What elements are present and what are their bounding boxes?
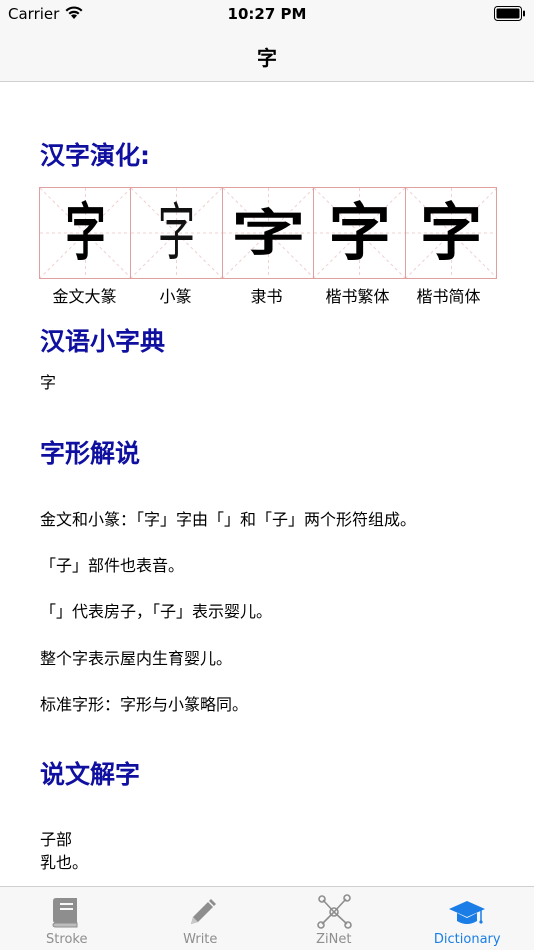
evolution-glyph: 字 — [65, 196, 106, 269]
tab-bar: Stroke Write ZiNet Dictionary — [0, 886, 534, 950]
tab-label: Stroke — [46, 932, 88, 947]
tab-write[interactable]: Write — [134, 887, 268, 950]
evolution-label: 金文大篆 — [52, 287, 117, 306]
explanation-line: 「」代表房子，「子」表示婴儿。 — [40, 602, 273, 621]
navigation-bar: 字 — [0, 28, 534, 82]
evolution-cell-kaishu-traditional[interactable]: 字 — [313, 187, 406, 279]
evolution-cell-kaishu-simplified[interactable]: 字 — [404, 187, 498, 279]
glyph-explanation-heading: 字形解说 — [40, 439, 141, 468]
shuowen-line: 子部 — [40, 830, 73, 849]
evolution-labels: 金文大篆 小篆 隶书 楷书繁体 楷书简体 — [39, 283, 497, 307]
battery-icon — [494, 6, 525, 21]
evolution-cell-xiaozhuan[interactable]: 字 — [130, 187, 223, 279]
tab-label: Write — [183, 932, 218, 947]
evolution-heading: 汉字演化: — [40, 141, 150, 170]
book-icon — [52, 898, 78, 928]
tab-label: ZiNet — [316, 932, 352, 947]
status-bar: Carrier 10:27 PM — [0, 0, 534, 28]
evolution-glyph: 字 — [158, 196, 196, 269]
evolution-cell-jinwen[interactable]: 字 — [39, 187, 132, 279]
evolution-glyph: 字 — [420, 196, 483, 269]
evolution-label: 楷书简体 — [416, 287, 481, 306]
content-scroll-view[interactable]: 汉字演化: 字 字 字 字 字 金文大篆 小篆 隶书 楷书繁体 楷书简体 汉语小… — [0, 83, 534, 886]
character-evolution-row: 字 字 字 字 字 — [39, 187, 498, 279]
shuowen-line: 乳也。 — [40, 853, 89, 872]
page-title: 字 — [257, 46, 277, 70]
dictionary-heading: 汉语小字典 — [40, 327, 166, 356]
explanation-line: 「子」部件也表音。 — [40, 556, 185, 575]
status-time: 10:27 PM — [227, 5, 307, 23]
evolution-label: 隶书 — [250, 287, 283, 306]
shuowen-heading: 说文解字 — [40, 760, 141, 789]
tab-dictionary[interactable]: Dictionary — [401, 887, 534, 950]
evolution-glyph: 字 — [328, 196, 391, 269]
dictionary-text: 字 — [40, 373, 57, 392]
graduation-cap-icon — [449, 901, 486, 924]
tab-label: Dictionary — [433, 932, 501, 947]
explanation-line: 金文和小篆：「字」字由「」和「子」两个形符组成。 — [40, 510, 417, 529]
pencil-icon — [191, 899, 217, 924]
evolution-glyph: 字 — [231, 203, 306, 262]
tab-zinet[interactable]: ZiNet — [267, 887, 401, 950]
network-icon — [316, 894, 352, 929]
tab-stroke[interactable]: Stroke — [0, 887, 134, 950]
explanation-line: 标准字形：字形与小篆略同。 — [40, 695, 249, 714]
evolution-cell-lishu[interactable]: 字 — [221, 187, 315, 279]
evolution-label: 楷书繁体 — [325, 287, 390, 306]
explanation-line: 整个字表示屋内生育婴儿。 — [40, 649, 233, 668]
evolution-label: 小篆 — [159, 287, 192, 306]
